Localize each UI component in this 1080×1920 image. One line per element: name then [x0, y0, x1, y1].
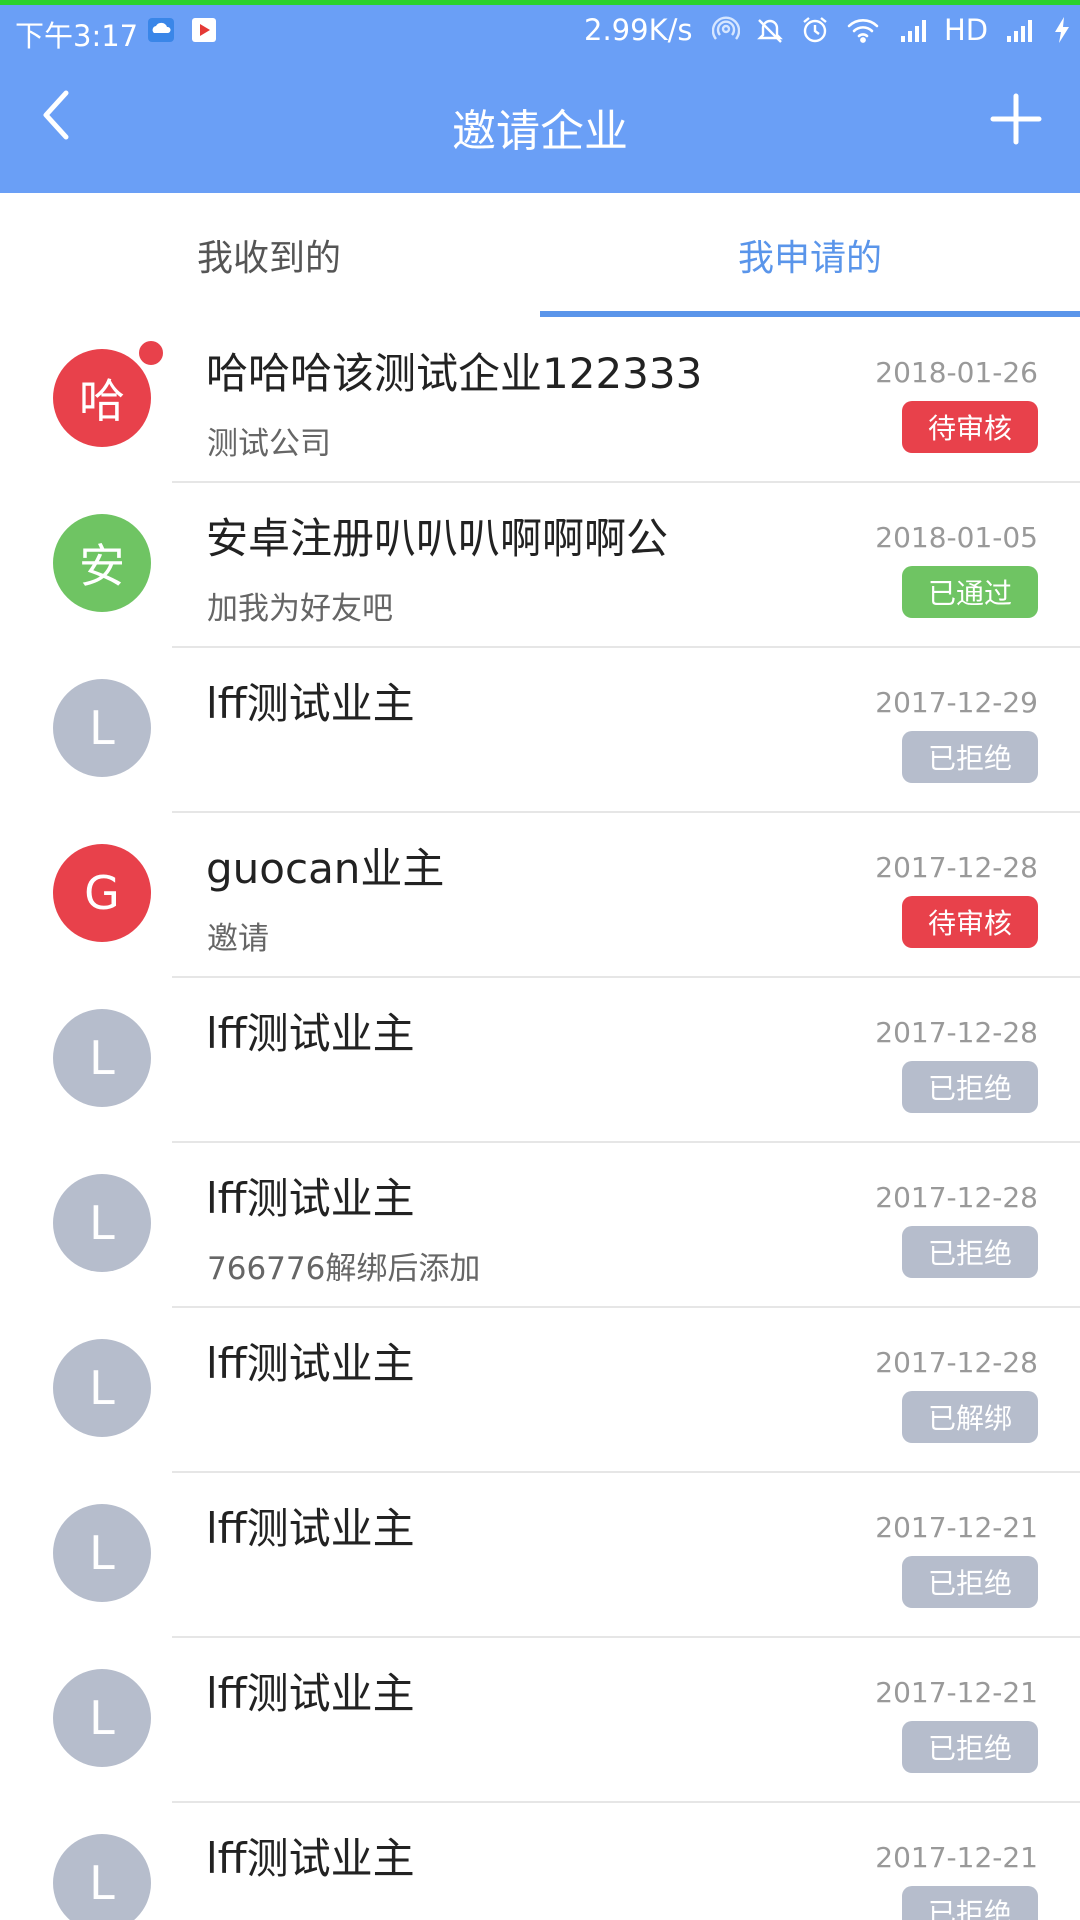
- request-date: 2017-12-21: [875, 1511, 1038, 1544]
- request-date: 2017-12-28: [875, 851, 1038, 884]
- alarm-icon: [799, 15, 831, 45]
- avatar: 安: [53, 514, 151, 612]
- avatar: L: [53, 1009, 151, 1107]
- wifi-icon: [845, 15, 881, 45]
- company-name: guocan业主: [206, 844, 445, 893]
- charging-icon: [1050, 15, 1074, 45]
- request-date: 2017-12-28: [875, 1016, 1038, 1049]
- request-date: 2017-12-21: [875, 1676, 1038, 1709]
- company-name: lff测试业主: [206, 1009, 415, 1058]
- status-badge: 已拒绝: [902, 1556, 1038, 1608]
- tab-applied[interactable]: 我申请的: [540, 193, 1080, 317]
- status-bar: 下午3:17 2.99K/s HD: [0, 5, 1080, 55]
- list-item[interactable]: 安 安卓注册叭叭叭啊啊啊公加我为好友吧 2018-01-05 已通过: [0, 483, 1080, 648]
- status-badge: 已拒绝: [902, 1061, 1038, 1113]
- network-speed: 2.99K/s: [584, 13, 693, 47]
- status-badge: 已通过: [902, 566, 1038, 618]
- list-item[interactable]: 哈 哈哈哈该测试企业122333 测试公司 2018-01-26 待审核: [0, 318, 1080, 483]
- play-store-icon: [190, 15, 218, 45]
- status-time: 下午3:17: [15, 19, 139, 53]
- header: 下午3:17 2.99K/s HD 邀请企业: [0, 0, 1080, 193]
- hotspot-icon: [711, 15, 741, 45]
- status-badge: 已拒绝: [902, 731, 1038, 783]
- company-name: 安卓注册叭叭叭啊啊啊公: [206, 514, 669, 563]
- status-badge: 已拒绝: [902, 1886, 1038, 1920]
- request-date: 2017-12-29: [875, 686, 1038, 719]
- request-date: 2017-12-28: [875, 1181, 1038, 1214]
- list-item[interactable]: Llff测试业主 2017-12-21 已拒绝: [0, 1638, 1080, 1803]
- company-name: lff测试业主: [206, 1174, 415, 1223]
- request-date: 2017-12-28: [875, 1346, 1038, 1379]
- unread-dot: [136, 338, 166, 368]
- app-bar: 邀请企业: [0, 55, 1080, 193]
- signal-icon: [898, 15, 932, 45]
- plus-icon: [990, 93, 1042, 145]
- avatar: L: [53, 1669, 151, 1767]
- status-badge: 已拒绝: [902, 1226, 1038, 1278]
- request-date: 2018-01-05: [875, 521, 1038, 554]
- status-badge: 已拒绝: [902, 1721, 1038, 1773]
- avatar: 哈: [53, 349, 151, 447]
- add-button[interactable]: [980, 83, 1052, 155]
- list-item[interactable]: Llff测试业主 766776解绑后添加 2017-12-28 已拒绝: [0, 1143, 1080, 1308]
- screen: 下午3:17 2.99K/s HD 邀请企业 我收到的 我申请的 哈 哈哈哈该测…: [0, 0, 1080, 1920]
- company-name: 哈哈哈该测试企业122333: [206, 349, 703, 398]
- list-item[interactable]: Gguocan业主邀请 2017-12-28 待审核: [0, 813, 1080, 978]
- hd-label: HD: [944, 13, 989, 47]
- status-badge: 待审核: [902, 896, 1038, 948]
- request-message: 测试公司: [207, 426, 331, 462]
- request-date: 2017-12-21: [875, 1841, 1038, 1874]
- company-name: lff测试业主: [206, 1504, 415, 1553]
- request-date: 2018-01-26: [875, 356, 1038, 389]
- avatar: L: [53, 1174, 151, 1272]
- mute-icon: [754, 15, 786, 45]
- avatar: L: [53, 1339, 151, 1437]
- tab-bar: 我收到的 我申请的: [0, 193, 1080, 317]
- list-item[interactable]: Llff测试业主 2017-12-21 已拒绝: [0, 1803, 1080, 1920]
- list-item[interactable]: Llff测试业主 2017-12-21 已拒绝: [0, 1473, 1080, 1638]
- status-badge: 已解绑: [902, 1391, 1038, 1443]
- list-item[interactable]: Llff测试业主 2017-12-28 已拒绝: [0, 978, 1080, 1143]
- active-tab-indicator: [540, 311, 1080, 317]
- page-title: 邀请企业: [452, 106, 628, 157]
- tab-received[interactable]: 我收到的: [0, 193, 540, 317]
- request-message: 邀请: [207, 921, 269, 957]
- avatar: G: [53, 844, 151, 942]
- list-item[interactable]: Llff测试业主 2017-12-29 已拒绝: [0, 648, 1080, 813]
- list-item[interactable]: Llff测试业主 2017-12-28 已解绑: [0, 1308, 1080, 1473]
- company-name: lff测试业主: [206, 1339, 415, 1388]
- company-name: lff测试业主: [206, 679, 415, 728]
- request-message: 766776解绑后添加: [207, 1251, 481, 1287]
- status-badge: 待审核: [902, 401, 1038, 453]
- avatar: L: [53, 1504, 151, 1602]
- avatar: L: [53, 679, 151, 777]
- cloud-app-icon: [146, 15, 176, 45]
- company-name: lff测试业主: [206, 1834, 415, 1883]
- request-message: 加我为好友吧: [207, 591, 393, 627]
- company-name: lff测试业主: [206, 1669, 415, 1718]
- signal-icon: [1004, 15, 1038, 45]
- avatar: L: [53, 1834, 151, 1920]
